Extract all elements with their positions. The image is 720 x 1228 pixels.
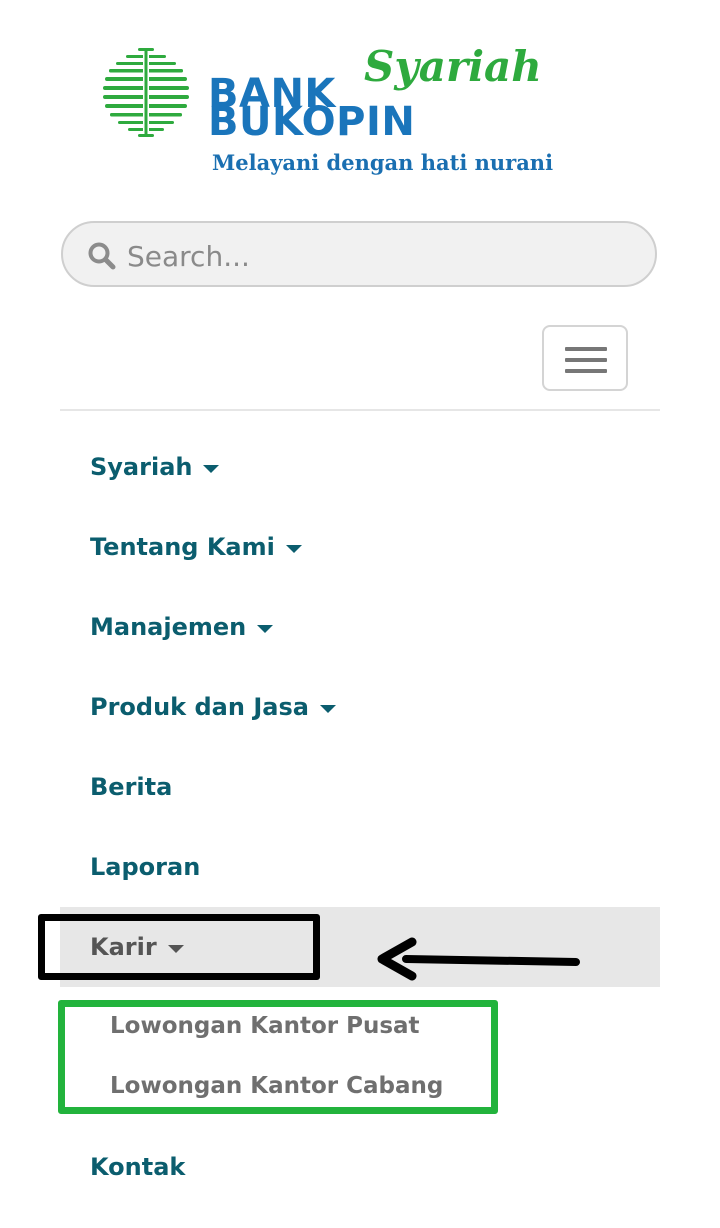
menu-item-kontak[interactable]: Kontak bbox=[60, 1127, 660, 1207]
menu-item-berita[interactable]: Berita bbox=[60, 747, 660, 827]
nav-toggle-button[interactable] bbox=[542, 325, 628, 391]
bank-logo[interactable]: BANK Syariah BUKOPIN Melayani dengan hat… bbox=[96, 34, 576, 184]
logo-text-syariah: Syariah bbox=[364, 42, 542, 91]
bank-logo-icon bbox=[103, 48, 189, 137]
caret-down-icon bbox=[203, 464, 220, 473]
menu-item-label: Manajemen bbox=[90, 613, 247, 641]
menu-item-label: Berita bbox=[90, 773, 173, 801]
menu-item-label: Produk dan Jasa bbox=[90, 693, 309, 721]
caret-down-icon bbox=[285, 544, 302, 553]
caret-down-icon bbox=[257, 624, 274, 633]
annotation-highlight-karir bbox=[38, 914, 320, 980]
menu-item-tentang-kami[interactable]: Tentang Kami bbox=[60, 507, 660, 587]
menu-item-syariah[interactable]: Syariah bbox=[60, 427, 660, 507]
logo-text-bukopin: BUKOPIN bbox=[208, 99, 416, 145]
search-input[interactable] bbox=[125, 233, 629, 279]
menu-item-manajemen[interactable]: Manajemen bbox=[60, 587, 660, 667]
menu-item-produk-dan-jasa[interactable]: Produk dan Jasa bbox=[60, 667, 660, 747]
menu-item-label: Tentang Kami bbox=[90, 533, 275, 561]
search-icon bbox=[88, 242, 116, 270]
search-bar[interactable] bbox=[61, 221, 657, 287]
annotation-highlight-submenu bbox=[58, 1000, 498, 1114]
logo-tagline: Melayani dengan hati nurani bbox=[212, 150, 554, 175]
nav-divider bbox=[60, 409, 660, 411]
caret-down-icon bbox=[319, 704, 336, 713]
left-arrow-icon bbox=[377, 937, 580, 981]
menu-item-label: Syariah bbox=[90, 453, 193, 481]
menu-item-label: Laporan bbox=[90, 853, 201, 881]
menu-item-label: Kontak bbox=[90, 1153, 186, 1181]
menu-item-laporan[interactable]: Laporan bbox=[60, 827, 660, 907]
